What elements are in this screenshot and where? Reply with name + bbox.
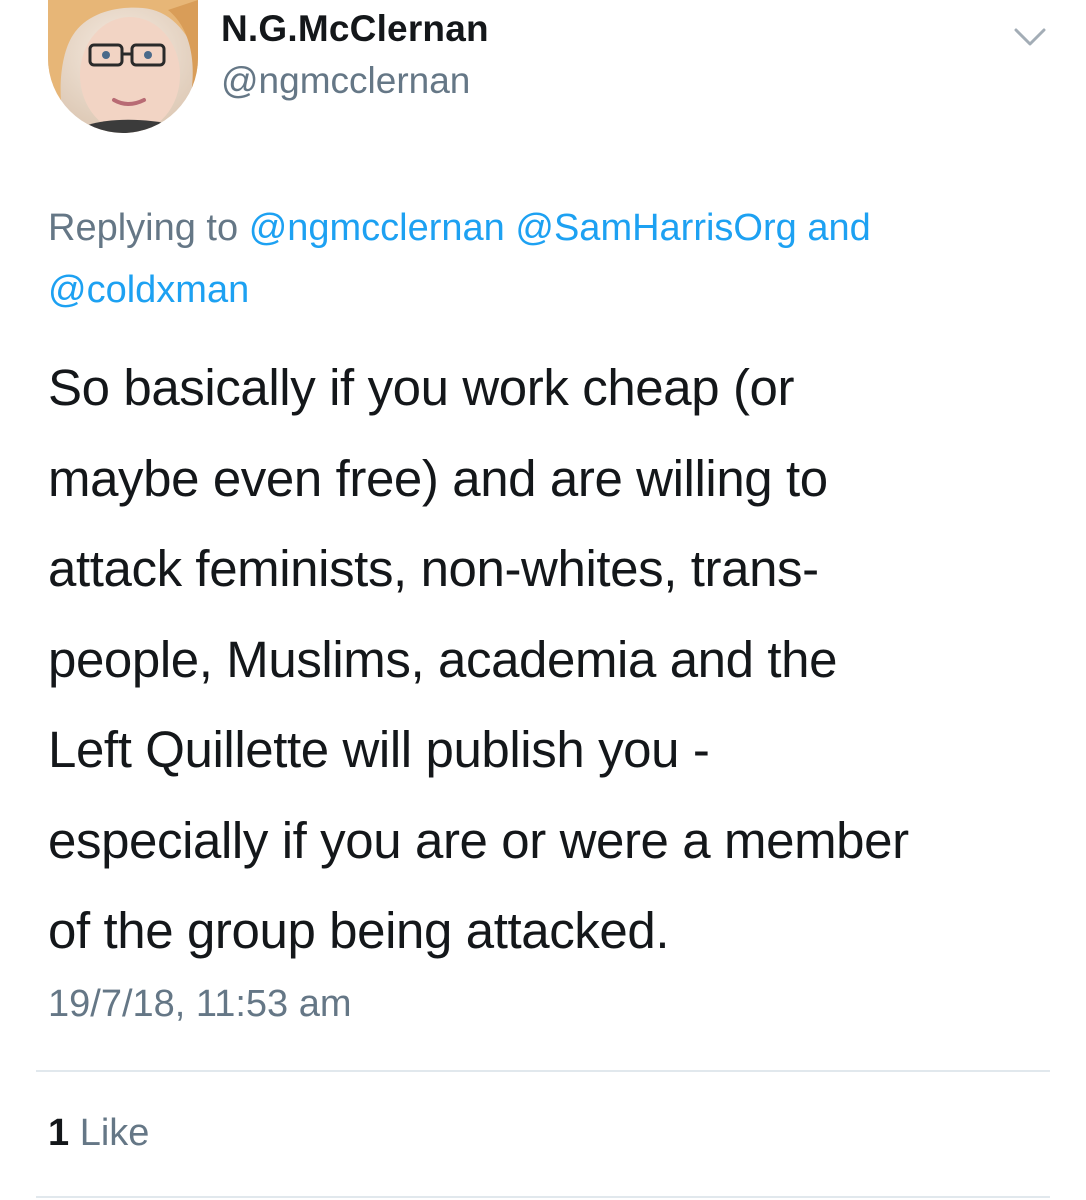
profile-photo-icon xyxy=(48,0,198,133)
tweet-timestamp: 19/7/18, 11:53 am xyxy=(48,983,352,1025)
divider xyxy=(36,1070,1050,1072)
likes-count[interactable]: 1 Like xyxy=(48,1112,149,1155)
tweet-text-line: especially if you are or were a member xyxy=(48,811,909,869)
replying-to-label: Replying to xyxy=(48,207,239,249)
mention-conjunction[interactable]: and xyxy=(807,207,870,249)
tweet-text: So basically if you work cheap (or maybe… xyxy=(48,343,1058,977)
tweet-detail: N.G.McClernan @ngmcclernan Replying to @… xyxy=(0,0,1086,1200)
tweet-text-line: maybe even free) and are willing to xyxy=(48,449,828,507)
author-handle[interactable]: @ngmcclernan xyxy=(221,60,470,102)
tweet-text-line: people, Muslims, academia and the xyxy=(48,630,838,688)
replying-to-context: Replying to @ngmcclernan @SamHarrisOrg a… xyxy=(48,197,1048,321)
mention-link[interactable]: @coldxman xyxy=(48,269,249,311)
divider xyxy=(36,1196,1050,1198)
like-count-value: 1 xyxy=(48,1112,70,1154)
avatar[interactable] xyxy=(48,0,198,133)
tweet-text-line: of the group being attacked. xyxy=(48,902,670,959)
author-name[interactable]: N.G.McClernan xyxy=(221,8,489,50)
mention-link[interactable]: @SamHarrisOrg xyxy=(515,207,796,249)
tweet-text-line: So basically if you work cheap (or xyxy=(48,359,795,416)
tweet-text-line: Left Quillette will publish you - xyxy=(48,721,710,778)
tweet-text-line: attack feminists, non-whites, trans- xyxy=(48,540,819,597)
like-label: Like xyxy=(79,1112,150,1154)
mention-link[interactable]: @ngmcclernan xyxy=(249,207,505,249)
chevron-down-icon[interactable] xyxy=(1012,22,1048,52)
